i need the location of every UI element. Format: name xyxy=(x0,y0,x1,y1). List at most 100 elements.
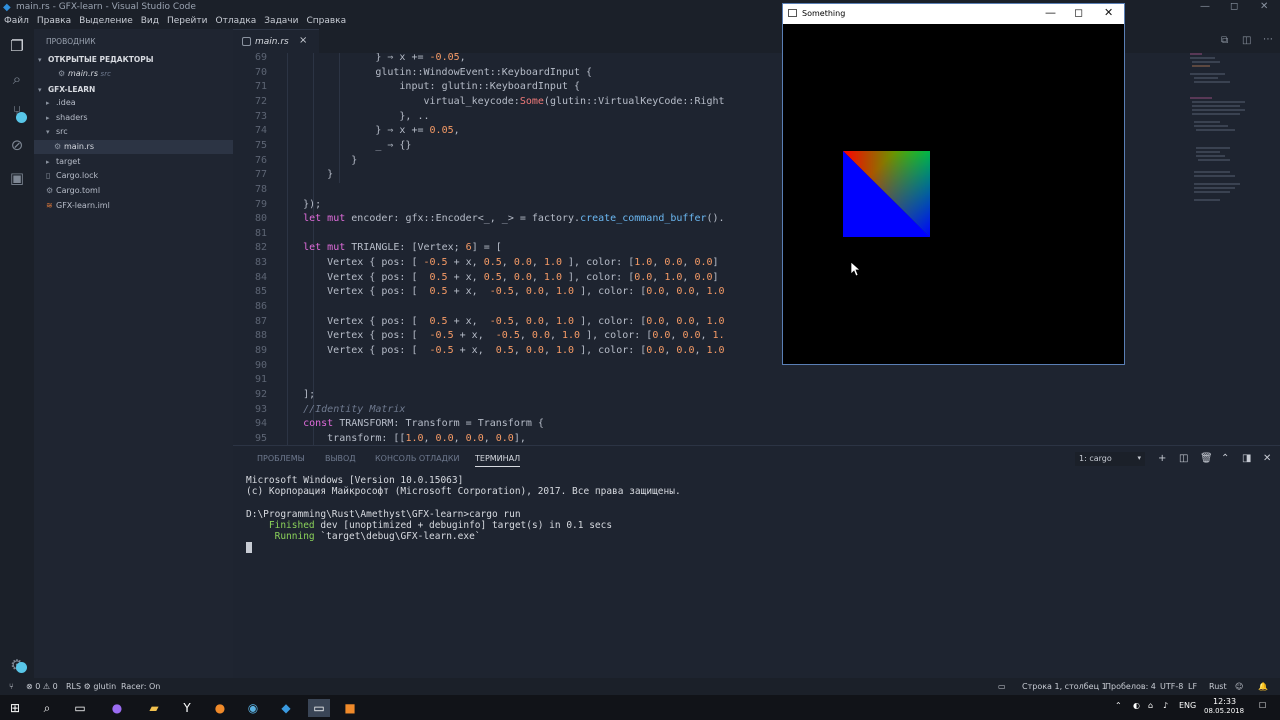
branch-icon[interactable]: ⑂ xyxy=(9,682,14,691)
tab-terminal[interactable]: ТЕРМИНАЛ xyxy=(475,454,521,467)
menu-file[interactable]: Файл xyxy=(0,15,33,29)
keyboard-lang[interactable]: ENG xyxy=(1179,701,1196,710)
maximize-panel-icon[interactable]: ◨ xyxy=(1242,453,1251,464)
trash-icon[interactable]: 🗑 xyxy=(1200,453,1213,464)
explorer-sidebar: ПРОВОДНИК ▾ ОТКРЫТЫЕ РЕДАКТОРЫ ⚙ main.rs s… xyxy=(34,29,233,678)
game-window-titlebar[interactable]: Something — ◻ ✕ xyxy=(783,4,1124,24)
vscode-logo-icon: ◆ xyxy=(3,2,11,13)
cursor-position[interactable]: Строка 1, столбец 1 xyxy=(1022,682,1107,691)
rendered-quad xyxy=(843,151,930,237)
tree-item-target[interactable]: ▸ target xyxy=(34,155,233,169)
chevron-down-icon: ▾ xyxy=(46,128,50,136)
clock-date[interactable]: 08.05.2018 xyxy=(1204,707,1244,715)
chevron-right-icon: ▸ xyxy=(46,99,50,107)
yandex-browser-icon[interactable]: Y xyxy=(178,699,196,717)
code-line-73: }, .. xyxy=(279,110,430,122)
task-view-icon[interactable]: ▭ xyxy=(71,699,89,717)
racer-status[interactable]: Racer: On xyxy=(121,682,160,691)
code-line-82: let mut TRIANGLE: [Vertex; 6] = [ xyxy=(303,242,502,254)
maximize-icon[interactable]: ◻ xyxy=(1230,1,1238,12)
menu-debug[interactable]: Отладка xyxy=(212,15,261,29)
bottom-panel: ПРОБЛЕМЫ ВЫВОД КОНСОЛЬ ОТЛАДКИ ТЕРМИНАЛ … xyxy=(233,445,1280,678)
line-number: 74 xyxy=(254,125,267,137)
extensions-icon[interactable]: ▣ xyxy=(7,168,27,188)
tree-item-shaders[interactable]: ▸ shaders xyxy=(34,111,233,125)
line-number: 76 xyxy=(254,154,267,166)
chevron-up-icon[interactable]: ⌃ xyxy=(1221,453,1229,464)
rust-app-taskbar-icon[interactable]: ■ xyxy=(341,699,359,717)
line-number: 92 xyxy=(254,388,267,400)
code-line-77: } xyxy=(279,169,334,181)
open-editors-section[interactable]: ▾ ОТКРЫТЫЕ РЕДАКТОРЫ xyxy=(38,55,154,64)
menu-go[interactable]: Перейти xyxy=(163,15,212,29)
app-icon[interactable]: ● xyxy=(108,699,126,717)
problems-count[interactable]: ⊗ 0 ⚠ 0 xyxy=(26,682,58,691)
line-number: 82 xyxy=(254,242,267,254)
volume-icon[interactable]: ♪ xyxy=(1163,701,1168,710)
tray-network-icon[interactable]: ⌂ xyxy=(1148,701,1153,710)
open-changes-icon[interactable]: ⧉ xyxy=(1221,35,1228,46)
close-window-icon[interactable]: ✕ xyxy=(1260,1,1268,12)
minimize-icon[interactable]: — xyxy=(1045,6,1056,19)
menu-tasks[interactable]: Задачи xyxy=(260,15,302,29)
tray-chevron-icon[interactable]: ⌃ xyxy=(1115,701,1122,710)
search-icon[interactable]: ⌕ xyxy=(38,699,56,717)
line-number: 84 xyxy=(254,271,267,283)
split-terminal-icon[interactable]: ◫ xyxy=(1179,453,1188,464)
search-icon[interactable]: ⌕ xyxy=(7,69,27,89)
menu-view[interactable]: Вид xyxy=(137,15,163,29)
explorer-icon[interactable]: ❐ xyxy=(7,36,27,56)
windows-start-icon[interactable]: ⊞ xyxy=(6,699,24,717)
close-window-icon[interactable]: ✕ xyxy=(1104,6,1113,19)
code-line-85: Vertex { pos: [ 0.5 + x, -0.5, 0.0, 1.0 … xyxy=(279,286,725,298)
vscode-taskbar-icon[interactable]: ◆ xyxy=(277,699,295,717)
project-section[interactable]: ▾ GFX-LEARN xyxy=(38,85,95,94)
rss-file-icon: ≋ xyxy=(46,201,53,210)
debug-icon[interactable]: ⊘ xyxy=(7,135,27,155)
game-window-taskbar-icon[interactable]: ▭ xyxy=(308,699,330,717)
tab-problems[interactable]: ПРОБЛЕМЫ xyxy=(257,454,305,463)
status-bar: ⑂ ⊗ 0 ⚠ 0 RLS ⚙ glutin Racer: On ▭ Строк… xyxy=(0,678,1280,695)
game-window-title: Something xyxy=(802,9,846,18)
notifications-icon[interactable]: ☐ xyxy=(1259,701,1266,710)
menu-help[interactable]: Справка xyxy=(302,15,350,29)
terminal-icon[interactable]: ▭ xyxy=(998,682,1006,691)
feedback-icon[interactable]: ☺ xyxy=(1235,682,1243,691)
encoding[interactable]: UTF-8 xyxy=(1160,682,1183,691)
close-panel-icon[interactable]: ✕ xyxy=(1263,453,1271,464)
steam-icon[interactable]: ◉ xyxy=(244,699,262,717)
maximize-icon[interactable]: ◻ xyxy=(1074,6,1083,19)
firefox-icon[interactable]: ● xyxy=(211,699,229,717)
tab-main-rs[interactable]: main.rs × xyxy=(233,29,319,53)
tab-debug-console[interactable]: КОНСОЛЬ ОТЛАДКИ xyxy=(375,454,460,463)
language-mode[interactable]: Rust xyxy=(1209,682,1227,691)
open-editor-item[interactable]: ⚙ main.rs src xyxy=(34,67,233,81)
code-line-84: Vertex { pos: [ 0.5 + x, 0.5, 0.0, 1.0 ]… xyxy=(279,271,719,283)
folder-icon[interactable]: ▰ xyxy=(145,699,163,717)
new-terminal-icon[interactable]: + xyxy=(1158,453,1166,464)
terminal-line: Microsoft Windows [Version 10.0.15063] xyxy=(246,475,464,486)
tray-app-icon[interactable]: ◐ xyxy=(1133,701,1140,710)
menu-selection[interactable]: Выделение xyxy=(75,15,137,29)
minimap[interactable] xyxy=(1190,52,1250,212)
tree-item-idea[interactable]: ▸ .idea xyxy=(34,96,233,110)
rls-status[interactable]: RLS ⚙ glutin xyxy=(66,682,116,691)
close-tab-icon[interactable]: × xyxy=(299,35,307,46)
tree-item-cargo-toml[interactable]: ⚙ Cargo.toml xyxy=(34,184,233,198)
line-number: 83 xyxy=(254,257,267,269)
tree-item-src[interactable]: ▾ src xyxy=(34,125,233,139)
tree-item-cargo-lock[interactable]: ▯ Cargo.lock xyxy=(34,169,233,183)
tree-item-main-rs[interactable]: ⚙ main.rs xyxy=(34,140,233,154)
minimize-icon[interactable]: — xyxy=(1200,1,1210,12)
indentation[interactable]: Пробелов: 4 xyxy=(1105,682,1156,691)
more-actions-icon[interactable]: ⋯ xyxy=(1263,34,1273,45)
bell-icon[interactable]: 🔔 xyxy=(1258,682,1268,691)
split-editor-icon[interactable]: ◫ xyxy=(1242,35,1251,46)
clock-time[interactable]: 12:33 xyxy=(1213,697,1236,706)
line-endings[interactable]: LF xyxy=(1188,682,1197,691)
game-window[interactable]: Something — ◻ ✕ xyxy=(782,3,1125,365)
menu-edit[interactable]: Правка xyxy=(33,15,75,29)
tab-output[interactable]: ВЫВОД xyxy=(325,454,356,463)
terminal-select[interactable]: 1: cargo ▾ xyxy=(1075,452,1145,466)
tree-item-iml[interactable]: ≋ GFX-learn.iml xyxy=(34,199,233,213)
